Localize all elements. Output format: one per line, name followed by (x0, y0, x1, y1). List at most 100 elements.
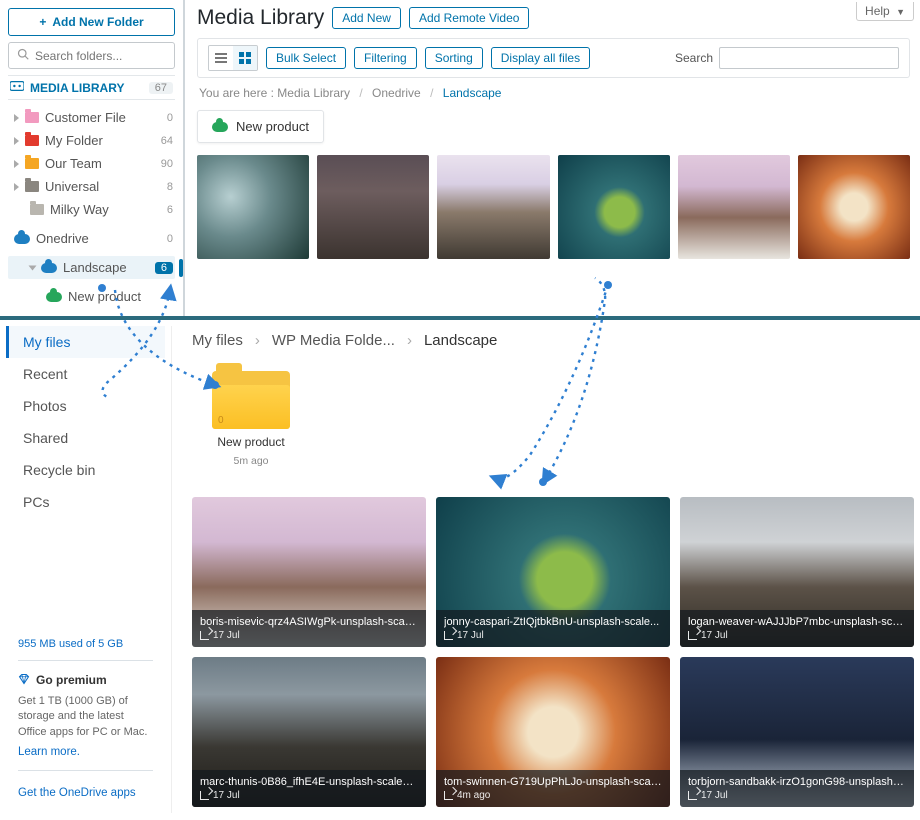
onedrive-nav-item[interactable]: Photos (6, 390, 165, 422)
chevron-right-icon: › (255, 332, 260, 349)
media-thumbnail[interactable] (678, 155, 790, 259)
media-thumbnail[interactable] (197, 155, 309, 259)
media-thumbnail[interactable] (317, 155, 429, 259)
onedrive-nav-item[interactable]: Recycle bin (6, 454, 165, 486)
sidebar-item-folder[interactable]: Universal 8 (8, 175, 175, 198)
breadcrumb-link[interactable]: WP Media Folde... (272, 332, 395, 349)
sidebar-item-new-product[interactable]: New product 0 (8, 285, 175, 308)
share-icon (200, 631, 209, 640)
folder-icon (25, 181, 39, 192)
help-label: Help (865, 4, 890, 18)
sidebar-item-folder[interactable]: Customer File 0 (8, 106, 175, 129)
file-name: boris-misevic-qrz4ASIWgPk-unsplash-scale… (200, 616, 418, 628)
share-icon (444, 631, 453, 640)
folder-name: Our Team (45, 156, 102, 171)
sorting-button[interactable]: Sorting (425, 47, 483, 69)
media-search-input[interactable] (719, 47, 899, 69)
media-thumbnail[interactable] (798, 155, 910, 259)
cloud-icon (212, 122, 228, 132)
file-name: marc-thunis-0B86_ifhE4E-unsplash-scaled-… (200, 776, 418, 788)
media-thumbnail[interactable] (558, 155, 670, 259)
add-new-button[interactable]: Add New (332, 7, 401, 29)
page-title: Media Library (197, 6, 324, 30)
help-button[interactable]: Help ▼ (856, 2, 914, 21)
chevron-down-icon: ▼ (896, 7, 905, 17)
folder-name: Milky Way (50, 202, 109, 217)
file-card[interactable]: logan-weaver-wAJJJbP7mbc-unsplash-scaled… (680, 497, 914, 647)
sidebar-item-folder[interactable]: Our Team 90 (8, 152, 175, 175)
add-remote-video-button[interactable]: Add Remote Video (409, 7, 530, 29)
share-icon (688, 631, 697, 640)
share-icon (688, 791, 697, 800)
folder-search[interactable] (8, 42, 175, 69)
file-overlay: tom-swinnen-G719UpPhLJo-unsplash-scaled-… (436, 770, 670, 807)
file-overlay: jonny-caspari-ZtIQjtbkBnU-unsplash-scale… (436, 610, 670, 647)
file-meta: 17 Jul (701, 790, 728, 801)
file-meta: 17 Jul (213, 790, 240, 801)
sidebar-item-onedrive[interactable]: Onedrive 0 (8, 227, 175, 250)
folder-item-new-product[interactable]: 0 New product 5m ago (212, 371, 290, 467)
sidebar-item-landscape[interactable]: Landscape 6 (8, 256, 175, 279)
onedrive-file-grid: boris-misevic-qrz4ASIWgPk-unsplash-scale… (192, 497, 914, 807)
breadcrumb-link[interactable]: My files (192, 332, 243, 349)
folder-name: Universal (45, 179, 99, 194)
file-card[interactable]: jonny-caspari-ZtIQjtbkBnU-unsplash-scale… (436, 497, 670, 647)
onedrive-nav-item[interactable]: PCs (6, 486, 165, 518)
file-overlay: torbjorn-sandbakk-irzO1gonG98-unsplash-s… (680, 770, 914, 807)
search-icon (17, 48, 29, 63)
onedrive-nav-item[interactable]: My files (6, 326, 165, 358)
filtering-button[interactable]: Filtering (354, 47, 417, 69)
file-card[interactable]: boris-misevic-qrz4ASIWgPk-unsplash-scale… (192, 497, 426, 647)
breadcrumb-link[interactable]: Media Library (277, 86, 350, 100)
media-thumbnail[interactable] (437, 155, 549, 259)
file-meta: 4m ago (457, 790, 490, 801)
file-name: logan-weaver-wAJJJbP7mbc-unsplash-scaled… (688, 616, 906, 628)
breadcrumb-prefix: You are here : (199, 86, 274, 100)
breadcrumb-link[interactable]: Onedrive (372, 86, 421, 100)
onedrive-sidebar: My filesRecentPhotosSharedRecycle binPCs… (0, 326, 172, 813)
add-folder-button[interactable]: + Add New Folder (8, 8, 175, 36)
file-overlay: boris-misevic-qrz4ASIWgPk-unsplash-scale… (192, 610, 426, 647)
folder-chip-new-product[interactable]: New product (197, 110, 324, 143)
chevron-right-icon (14, 160, 19, 168)
sidebar-item-folder[interactable]: My Folder 64 (8, 129, 175, 152)
view-list-button[interactable] (209, 46, 233, 70)
file-overlay: marc-thunis-0B86_ifhE4E-unsplash-scaled-… (192, 770, 426, 807)
active-indicator (179, 259, 183, 277)
media-library-count: 67 (149, 82, 173, 94)
bulk-select-button[interactable]: Bulk Select (266, 47, 346, 69)
folder-search-input[interactable] (35, 49, 166, 63)
storage-usage-link[interactable]: 955 MB used of 5 GB (18, 638, 153, 661)
file-meta: 17 Jul (701, 630, 728, 641)
file-card[interactable]: tom-swinnen-G719UpPhLJo-unsplash-scaled-… (436, 657, 670, 807)
media-toolbar: Bulk Select Filtering Sorting Display al… (197, 38, 910, 78)
landscape-label: Landscape (63, 260, 127, 275)
sidebar-item-folder[interactable]: Milky Way 6 (8, 198, 175, 221)
view-grid-button[interactable] (233, 46, 257, 70)
folder-chip-label: New product (236, 119, 309, 134)
breadcrumb-current: Landscape (443, 86, 502, 100)
onedrive-nav-item[interactable]: Recent (6, 358, 165, 390)
file-card[interactable]: torbjorn-sandbakk-irzO1gonG98-unsplash-s… (680, 657, 914, 807)
go-premium-label: Go premium (36, 673, 107, 687)
media-library-header[interactable]: MEDIA LIBRARY 67 (8, 75, 175, 100)
file-overlay: logan-weaver-wAJJJbP7mbc-unsplash-scaled… (680, 610, 914, 647)
file-name: torbjorn-sandbakk-irzO1gonG98-unsplash-s… (688, 776, 906, 788)
folder-count: 6 (167, 204, 173, 216)
learn-more-link[interactable]: Learn more. (18, 746, 80, 758)
share-icon (444, 791, 453, 800)
onedrive-nav-item[interactable]: Shared (6, 422, 165, 454)
search-label: Search (675, 51, 713, 65)
go-premium-button[interactable]: Go premium (18, 673, 153, 688)
onedrive-count: 0 (167, 233, 173, 245)
onedrive-breadcrumb: My files › WP Media Folde... › Landscape (192, 332, 914, 349)
file-card[interactable]: marc-thunis-0B86_ifhE4E-unsplash-scaled-… (192, 657, 426, 807)
onedrive-main: My files › WP Media Folde... › Landscape… (172, 326, 920, 813)
media-main: Help ▼ Media Library Add New Add Remote … (185, 0, 920, 316)
view-toggle (208, 45, 258, 71)
chevron-right-icon (14, 183, 19, 191)
chevron-right-icon (14, 137, 19, 145)
get-onedrive-apps-link[interactable]: Get the OneDrive apps (18, 787, 136, 799)
display-all-button[interactable]: Display all files (491, 47, 590, 69)
folder-name: Customer File (45, 110, 126, 125)
